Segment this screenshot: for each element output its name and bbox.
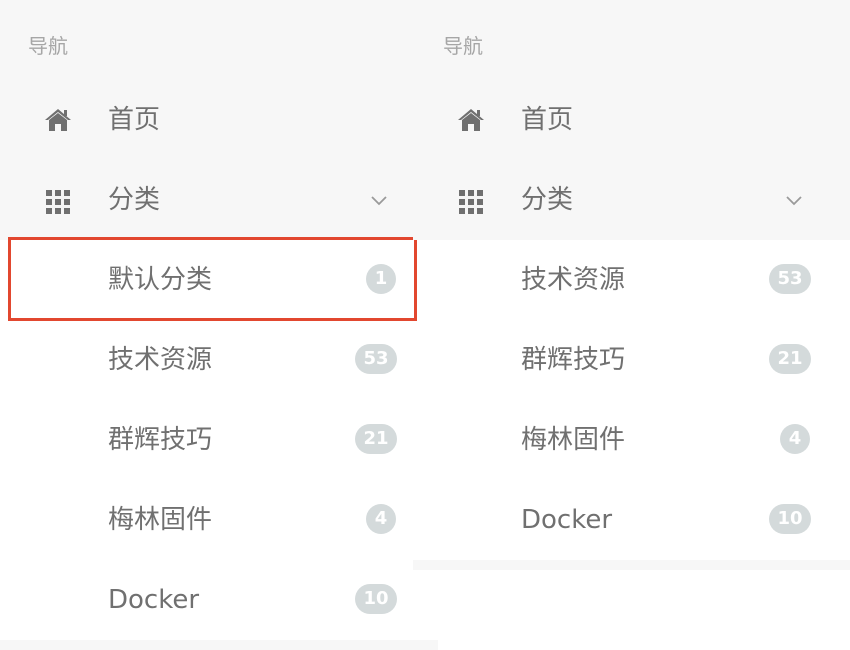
count-badge: 53 xyxy=(355,344,397,374)
nav-subitem-synology-tips[interactable]: 群辉技巧 21 xyxy=(0,400,413,480)
nav-footer-strip xyxy=(0,640,438,650)
section-title: 导航 xyxy=(28,34,68,58)
nav-item-category[interactable]: 分类 xyxy=(0,160,413,240)
nav-subitem-merlin-firmware[interactable]: 梅林固件 4 xyxy=(413,400,850,480)
nav-item-category-label: 分类 xyxy=(108,185,161,215)
count-badge: 10 xyxy=(769,504,811,534)
nav-subitem-label: 梅林固件 xyxy=(521,425,626,455)
nav-item-home-label: 首页 xyxy=(108,105,161,135)
nav-subitem-label: 梅林固件 xyxy=(108,505,213,535)
count-badge: 21 xyxy=(355,424,397,454)
nav-subitem-label: 技术资源 xyxy=(108,345,213,375)
nav-item-category[interactable]: 分类 xyxy=(413,160,850,240)
nav-item-home[interactable]: 首页 xyxy=(413,80,850,160)
home-icon xyxy=(45,109,71,131)
chevron-down-icon[interactable] xyxy=(369,190,389,210)
nav-subitem-label: 群辉技巧 xyxy=(521,345,626,375)
count-badge: 21 xyxy=(769,344,811,374)
nav-item-home-label: 首页 xyxy=(521,105,574,135)
grid-icon xyxy=(46,190,70,214)
nav-subitem-tech-resources[interactable]: 技术资源 53 xyxy=(413,240,850,320)
nav-subitem-docker[interactable]: Docker 10 xyxy=(413,480,850,560)
count-badge: 10 xyxy=(355,584,397,614)
nav-subitem-label: 群辉技巧 xyxy=(108,425,213,455)
chevron-down-icon[interactable] xyxy=(784,190,804,210)
nav-subitem-label: Docker xyxy=(521,505,613,535)
count-badge: 4 xyxy=(780,424,810,454)
home-icon xyxy=(458,109,484,131)
nav-panel-before: 导航 首页 分类 默认分类 1 技术资源 53 群辉技巧 21 梅林固件 4 D… xyxy=(0,0,438,650)
nav-item-home[interactable]: 首页 xyxy=(0,80,413,160)
grid-icon xyxy=(459,190,483,214)
nav-subitem-synology-tips[interactable]: 群辉技巧 21 xyxy=(413,320,850,400)
nav-footer-strip xyxy=(413,560,850,570)
nav-subitem-label: 技术资源 xyxy=(521,265,626,295)
nav-subitem-docker[interactable]: Docker 10 xyxy=(0,560,413,640)
nav-panel-after: 导航 首页 分类 技术资源 53 群辉技巧 21 梅林固件 4 Docker 1… xyxy=(413,0,850,650)
highlight-annotation-box xyxy=(8,237,417,321)
nav-subitem-tech-resources[interactable]: 技术资源 53 xyxy=(0,320,413,400)
count-badge: 4 xyxy=(366,504,396,534)
section-title: 导航 xyxy=(443,34,483,58)
nav-subitem-label: Docker xyxy=(108,585,200,615)
count-badge: 53 xyxy=(769,264,811,294)
nav-item-category-label: 分类 xyxy=(521,185,574,215)
nav-subitem-merlin-firmware[interactable]: 梅林固件 4 xyxy=(0,480,413,560)
